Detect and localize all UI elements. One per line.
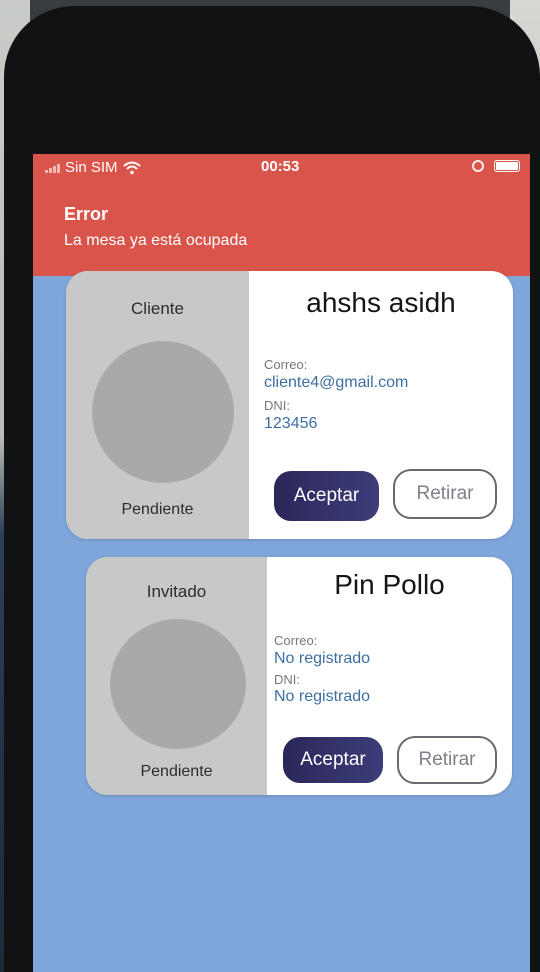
status-bar: Sin SIM 00:53: [33, 154, 530, 182]
retire-button[interactable]: Retirar: [397, 736, 497, 784]
card-photo-panel: Cliente Pendiente: [66, 271, 249, 539]
email-label: Correo:: [274, 633, 318, 648]
role-label: Invitado: [146, 582, 207, 601]
email-value: No registrado: [274, 650, 371, 667]
alarm-icon: [472, 160, 484, 172]
dni-label: DNI:: [274, 672, 300, 687]
client-name: ahshs asidh: [306, 287, 456, 318]
status-label: Pendiente: [121, 501, 194, 518]
error-title: Error: [64, 204, 109, 224]
dni-label: DNI:: [264, 398, 290, 413]
accept-button[interactable]: Aceptar: [274, 471, 379, 521]
guest-name: Pin Pollo: [334, 569, 445, 600]
email-label: Correo:: [264, 357, 308, 372]
accept-button[interactable]: Aceptar: [283, 737, 383, 783]
clock: 00:53: [261, 158, 300, 175]
avatar: [92, 341, 234, 483]
retire-button[interactable]: Retirar: [393, 469, 497, 519]
card-photo-panel: Invitado Pendiente: [86, 557, 267, 795]
error-banner: Sin SIM 00:53 Error La mesa ya está ocup…: [33, 154, 530, 276]
email-value: cliente4@gmail.com: [264, 374, 409, 391]
avatar: [110, 619, 246, 749]
guest-card: Invitado Pendiente Pin Pollo Correo: No …: [86, 557, 512, 795]
status-label: Pendiente: [140, 763, 213, 780]
error-message: La mesa ya está ocupada: [64, 232, 248, 249]
dni-value: No registrado: [274, 688, 371, 705]
dni-value: 123456: [264, 415, 318, 432]
signal-icon: [45, 163, 60, 173]
wifi-icon: [122, 161, 141, 174]
battery-icon: [494, 160, 520, 172]
role-label: Cliente: [131, 299, 184, 318]
client-card: Cliente Pendiente ahshs asidh Correo: cl…: [66, 271, 513, 539]
app-screen: Sin SIM 00:53 Error La mesa ya está ocup…: [33, 154, 530, 972]
carrier-label: Sin SIM: [65, 159, 118, 176]
